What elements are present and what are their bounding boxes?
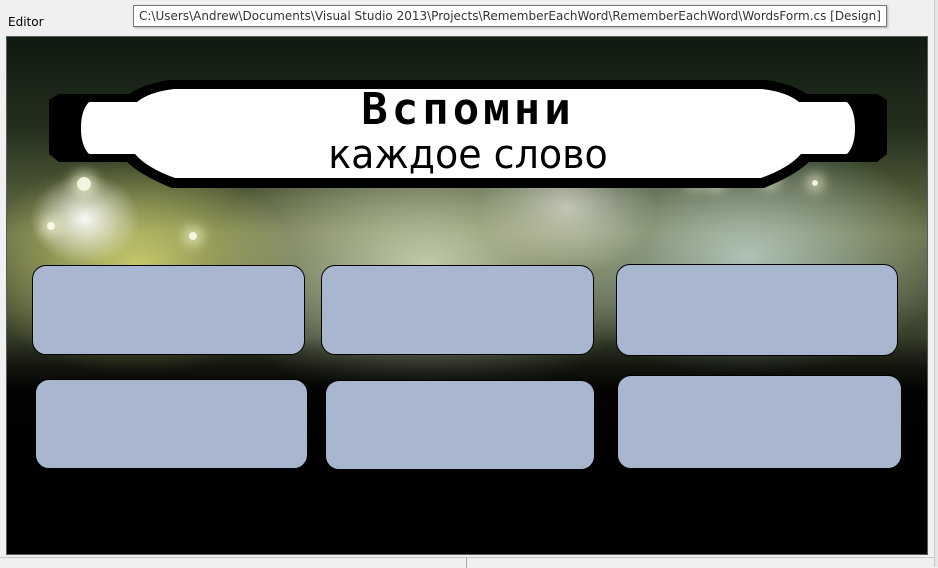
stage-light (189, 232, 197, 240)
word-box-6[interactable] (617, 375, 902, 469)
title-banner: Вспомни каждое слово (49, 80, 887, 188)
horizontal-scrollbar[interactable] (0, 557, 934, 568)
words-form-design-surface[interactable]: Вспомни каждое слово (6, 36, 928, 555)
word-box-2[interactable] (321, 265, 594, 355)
file-path-tooltip: C:\Users\Andrew\Documents\Visual Studio … (133, 5, 887, 27)
editor-label: Editor (8, 15, 44, 29)
word-box-1[interactable] (32, 265, 305, 355)
banner-subtitle: каждое слово (328, 132, 608, 178)
word-box-5[interactable] (325, 380, 595, 470)
vertical-splitter[interactable] (934, 0, 938, 567)
designer-tab-bar: Editor C:\Users\Andrew\Documents\Visual … (0, 0, 938, 34)
word-box-4[interactable] (35, 379, 308, 469)
word-box-3[interactable] (616, 264, 898, 356)
banner-title: Вспомни (361, 84, 575, 135)
stage-light (47, 222, 55, 230)
